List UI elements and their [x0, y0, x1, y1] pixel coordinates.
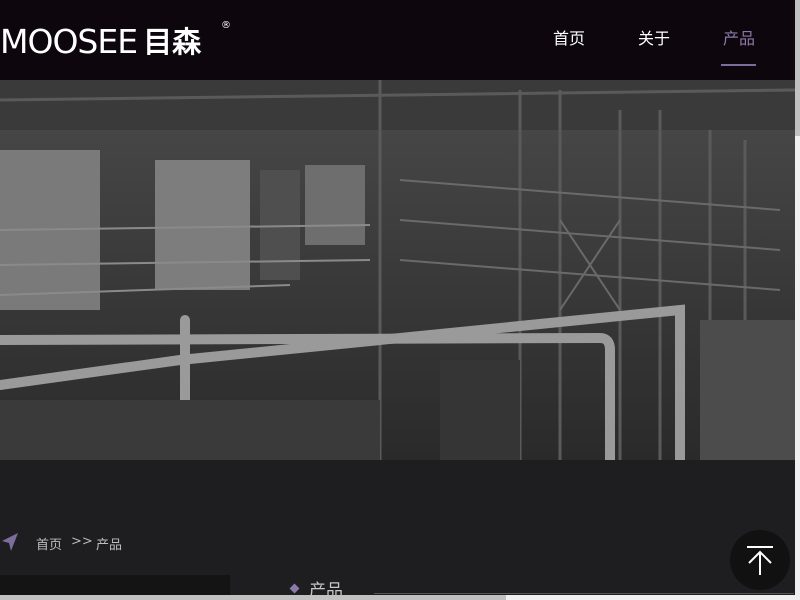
nav-active-indicator: [721, 64, 756, 66]
arrow-up-icon: [747, 546, 773, 575]
banner-image: [0, 80, 795, 460]
horizontal-scrollbar-thumb[interactable]: [0, 595, 506, 600]
main-nav: 首页 关于 产品: [0, 0, 795, 80]
breadcrumb-home[interactable]: 首页: [36, 534, 62, 553]
section-divider: [374, 593, 794, 594]
vertical-scrollbar[interactable]: [795, 0, 800, 600]
page: MOOSEE 目森 ® 首页 关于 产品 首页 >> 产品 产品: [0, 0, 800, 600]
location-arrow-icon: [2, 533, 18, 551]
back-to-top-button[interactable]: [730, 530, 790, 590]
vertical-scrollbar-thumb[interactable]: [795, 0, 800, 136]
horizontal-scrollbar[interactable]: [0, 595, 795, 600]
site-header: MOOSEE 目森 ® 首页 关于 产品: [0, 0, 795, 80]
diamond-icon: [289, 583, 300, 593]
breadcrumb-separator: >>: [71, 534, 93, 549]
factory-photo: [0, 80, 795, 460]
nav-item-about[interactable]: 关于: [638, 28, 670, 50]
breadcrumb-current: 产品: [96, 538, 123, 553]
nav-item-home[interactable]: 首页: [553, 28, 585, 50]
nav-item-products[interactable]: 产品: [723, 28, 755, 50]
